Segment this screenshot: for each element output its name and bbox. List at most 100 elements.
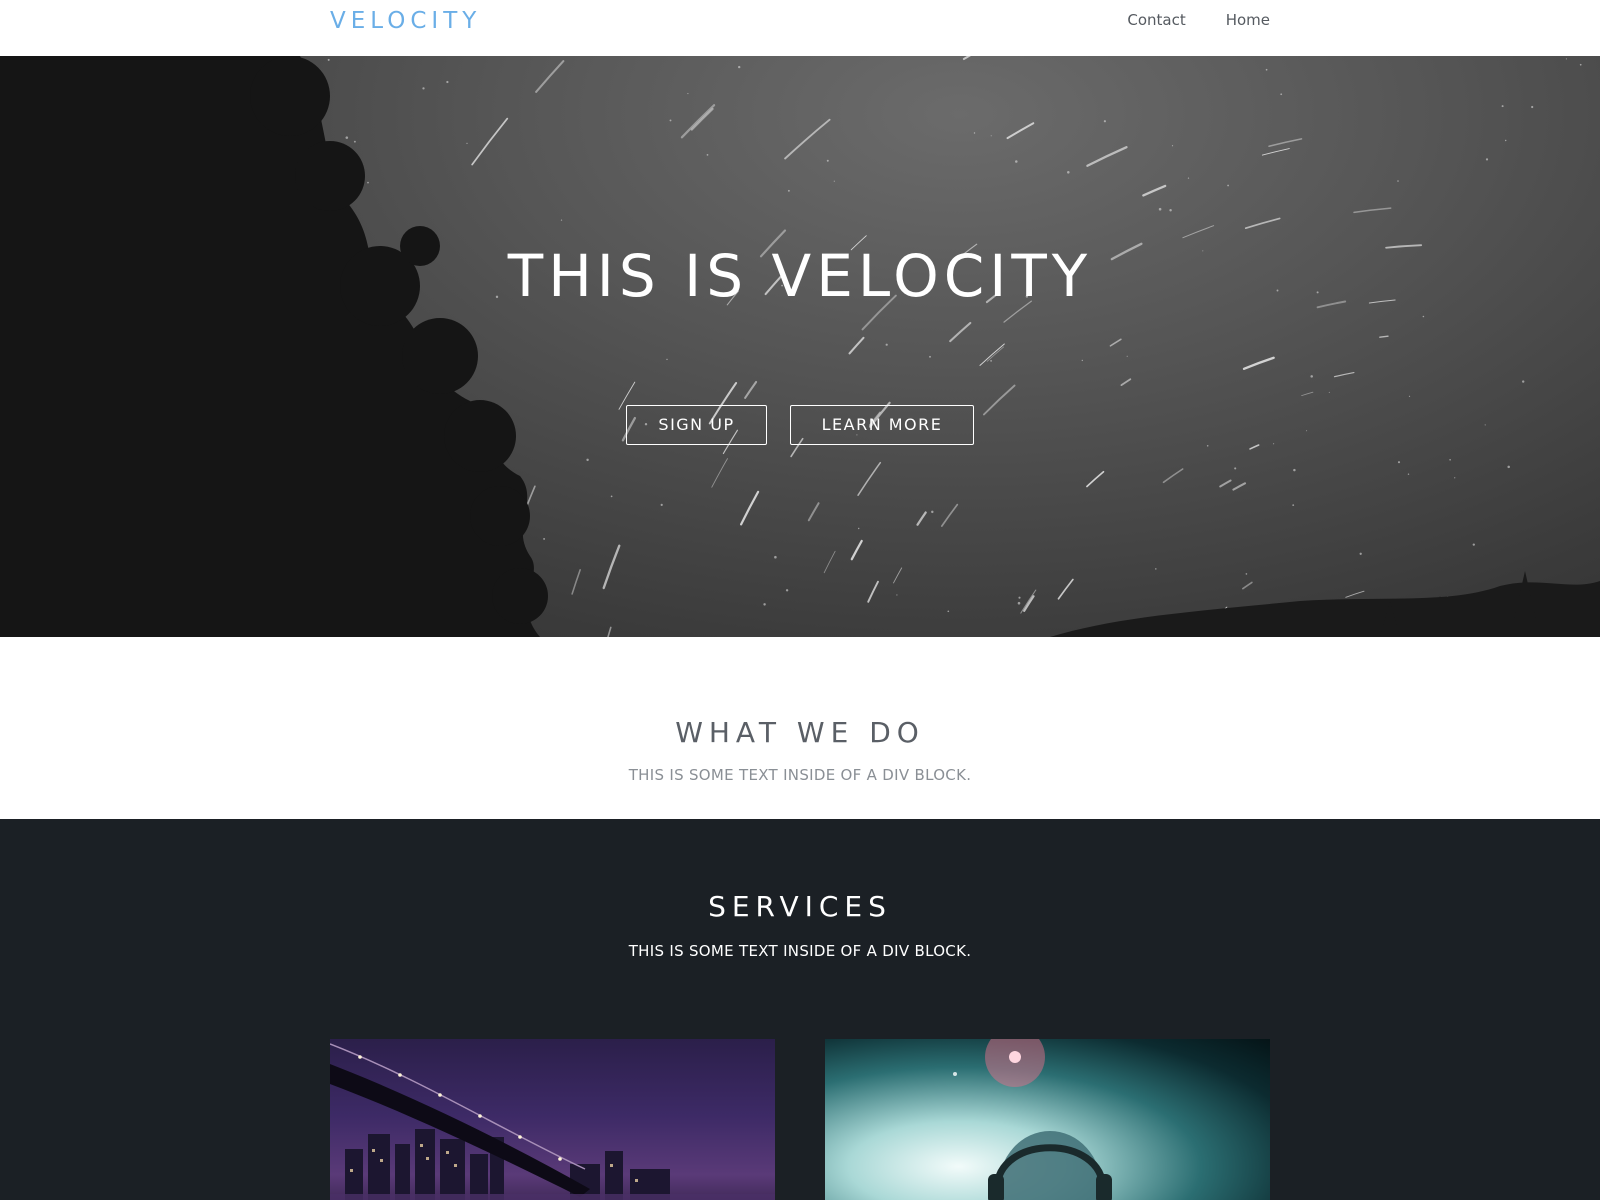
star-dot xyxy=(931,510,934,514)
star-dot xyxy=(1187,177,1190,179)
star-dot xyxy=(1485,158,1489,161)
star-dot xyxy=(885,343,888,346)
star-trail xyxy=(1023,595,1035,612)
star-dot xyxy=(1310,375,1313,378)
star-dot xyxy=(345,136,349,139)
services-title: SERVICES xyxy=(708,890,892,923)
dj-headphones-image xyxy=(953,1039,1112,1200)
hero-buttons: SIGN UP LEARN MORE xyxy=(0,405,1600,445)
star-dot xyxy=(1081,359,1083,362)
star-trail xyxy=(1020,589,1037,614)
star-trail xyxy=(916,511,927,526)
star-trail xyxy=(690,107,714,131)
star-dot xyxy=(1359,552,1362,555)
star-trail xyxy=(986,346,1005,362)
navbar: VELOCITY Contact Home xyxy=(0,0,1600,56)
star-dot xyxy=(1126,355,1128,357)
star-trail xyxy=(850,539,863,561)
star-trail xyxy=(744,380,758,399)
star-trail xyxy=(1261,148,1290,156)
hero-section: THIS IS VELOCITY SIGN UP LEARN MORE xyxy=(0,56,1600,637)
brand-logo-link[interactable]: VELOCITY xyxy=(330,8,481,34)
services-subtitle: THIS IS SOME TEXT INSIDE OF A DIV BLOCK. xyxy=(628,942,972,960)
star-dot xyxy=(422,87,425,90)
star-dot xyxy=(826,159,829,162)
service-card-image-dj[interactable] xyxy=(825,1039,1270,1200)
star-trail xyxy=(471,117,509,166)
nav-link-contact[interactable]: Contact xyxy=(1127,11,1185,29)
star-dot xyxy=(1328,391,1330,393)
star-dot xyxy=(833,180,835,182)
star-trail xyxy=(1301,391,1314,397)
star-dot xyxy=(1169,209,1172,212)
star-dot xyxy=(947,610,950,613)
star-dot xyxy=(896,594,898,596)
star-dot xyxy=(1245,573,1248,575)
star-dot xyxy=(1155,568,1157,570)
star-dot xyxy=(706,154,709,156)
star-dot xyxy=(669,119,672,122)
star-dot xyxy=(466,142,468,145)
bridge-city-image xyxy=(330,1043,775,1200)
service-card-image-bridge[interactable] xyxy=(330,1039,775,1200)
star-dot xyxy=(1454,477,1456,479)
star-trail xyxy=(940,503,959,527)
star-dot xyxy=(1234,467,1237,470)
star-trail xyxy=(571,569,581,595)
star-dot xyxy=(1579,63,1582,66)
services-section: SERVICES THIS IS SOME TEXT INSIDE OF A D… xyxy=(0,819,1600,1200)
star-dot xyxy=(367,181,369,184)
star-dot xyxy=(1280,93,1283,96)
learn-more-button[interactable]: LEARN MORE xyxy=(790,405,974,445)
star-dot xyxy=(1522,380,1525,383)
star-trail xyxy=(893,567,903,584)
star-dot xyxy=(1015,160,1018,163)
star-dot xyxy=(1067,171,1070,174)
star-trail xyxy=(1142,184,1167,197)
star-dot xyxy=(1449,458,1451,461)
star-dot xyxy=(858,527,860,530)
star-trail xyxy=(1057,578,1074,600)
star-dot xyxy=(1292,504,1295,506)
what-we-do-section: WHAT WE DO THIS IS SOME TEXT INSIDE OF A… xyxy=(0,637,1600,819)
star-trail xyxy=(823,550,836,574)
star-trail xyxy=(1219,479,1232,488)
star-trail xyxy=(1379,335,1389,338)
star-dot xyxy=(1227,184,1230,187)
star-trail xyxy=(1086,470,1105,488)
star-trail xyxy=(857,461,882,496)
star-trail xyxy=(867,580,879,603)
star-dot xyxy=(446,80,449,84)
nav-link-home[interactable]: Home xyxy=(1226,11,1270,29)
tree-silhouette xyxy=(0,56,548,637)
star-trail xyxy=(1006,122,1035,140)
star-trail xyxy=(1232,482,1247,491)
star-dot xyxy=(738,65,741,69)
star-trail xyxy=(535,60,565,93)
star-dot xyxy=(327,58,330,61)
star-trail xyxy=(949,321,972,343)
star-dot xyxy=(687,93,689,95)
star-dot xyxy=(1565,58,1567,60)
star-dot xyxy=(1501,105,1504,108)
star-dot xyxy=(1408,395,1411,397)
star-dot xyxy=(1171,145,1174,147)
star-dot xyxy=(787,189,790,192)
star-dot xyxy=(1103,120,1106,123)
star-dot xyxy=(543,537,546,540)
star-dot xyxy=(666,358,668,361)
star-dot xyxy=(610,495,613,498)
star-dot xyxy=(973,132,976,134)
star-dot xyxy=(763,603,766,606)
star-trail xyxy=(1268,138,1303,147)
sign-up-button[interactable]: SIGN UP xyxy=(626,405,767,445)
star-dot xyxy=(1017,601,1021,605)
star-trail xyxy=(962,56,971,61)
star-dot xyxy=(1407,473,1410,475)
star-dot xyxy=(1504,139,1507,142)
treeline-silhouette xyxy=(1050,571,1600,637)
star-dot xyxy=(586,458,589,462)
star-dot xyxy=(1397,461,1401,464)
star-dot xyxy=(774,555,777,559)
star-dot xyxy=(1206,445,1209,447)
